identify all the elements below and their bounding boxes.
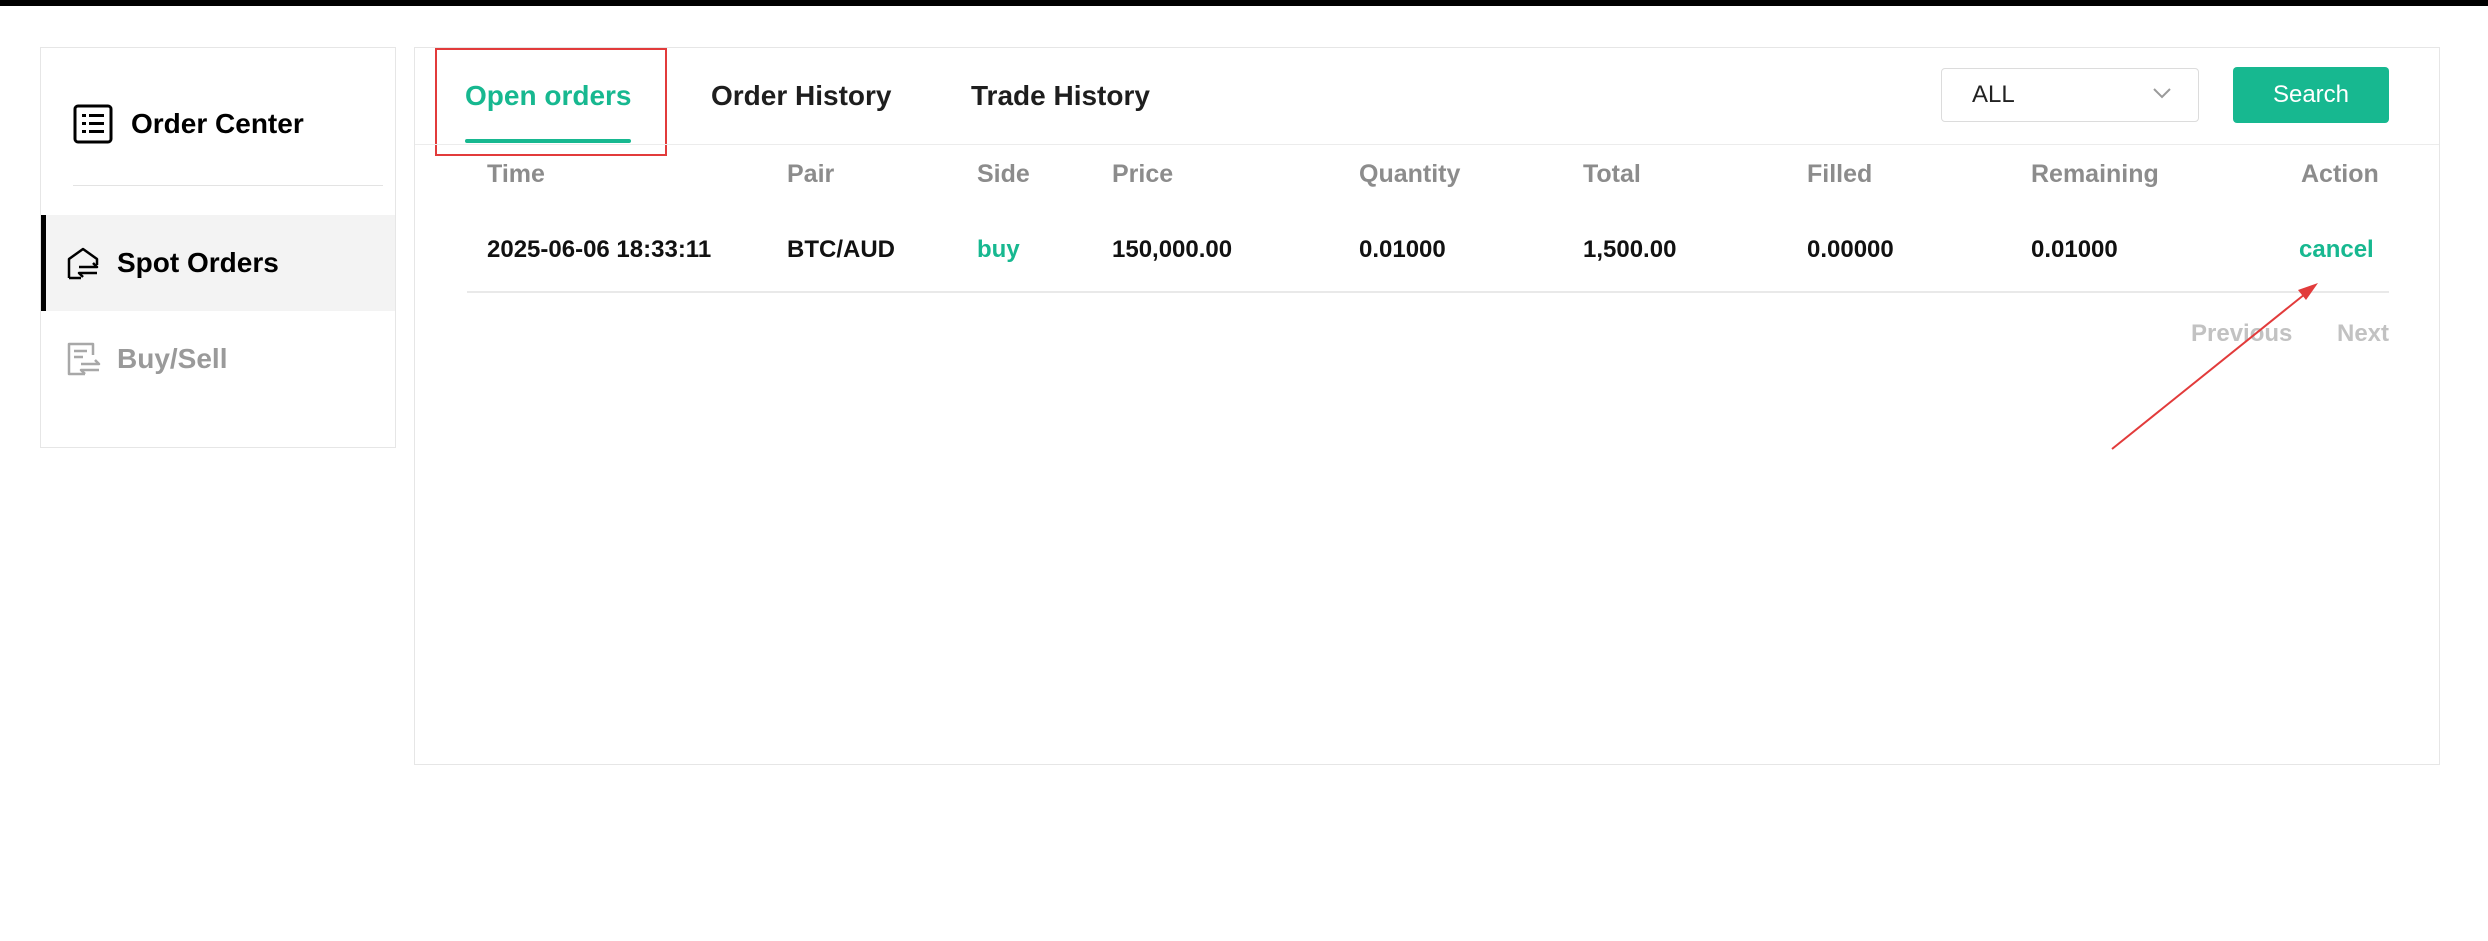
column-header-price: Price xyxy=(1112,160,1174,188)
sidebar: Order Center Spot Orders Buy/Sell xyxy=(40,47,396,448)
sidebar-title: Order Center xyxy=(131,108,304,139)
column-header-pair: Pair xyxy=(787,160,835,188)
sidebar-item-buy-sell[interactable]: Buy/Sell xyxy=(41,311,395,407)
annotation-highlight-box xyxy=(435,48,667,156)
previous-page-button[interactable]: Previous xyxy=(2191,320,2292,348)
sidebar-header: Order Center xyxy=(73,102,304,146)
cell-pair: BTC/AUD xyxy=(787,236,895,263)
cell-filled: 0.00000 xyxy=(1807,236,1894,263)
column-header-action: Action xyxy=(2301,160,2379,188)
column-header-remaining: Remaining xyxy=(2031,160,2159,188)
search-button[interactable]: Search xyxy=(2233,67,2389,123)
tab-trade-history[interactable]: Trade History xyxy=(971,80,1150,112)
sidebar-item-label: Buy/Sell xyxy=(117,343,228,374)
cancel-order-link[interactable]: cancel xyxy=(2299,236,2374,264)
sidebar-divider xyxy=(73,185,383,186)
row-divider xyxy=(467,291,2389,293)
filter-selected-value: ALL xyxy=(1972,81,2015,108)
cell-side: buy xyxy=(977,236,1020,263)
column-header-time: Time xyxy=(487,160,545,188)
cell-total: 1,500.00 xyxy=(1583,236,1677,263)
cell-remaining: 0.01000 xyxy=(2031,236,2118,263)
next-page-button[interactable]: Next xyxy=(2337,320,2389,348)
buy-sell-icon xyxy=(65,341,101,377)
column-header-total: Total xyxy=(1583,160,1641,188)
pair-filter-select[interactable]: ALL xyxy=(1941,68,2199,122)
column-header-filled: Filled xyxy=(1807,160,1873,188)
chevron-down-icon xyxy=(2153,88,2171,99)
cell-time: 2025-06-06 18:33:11 xyxy=(487,236,712,263)
orders-panel: Open orders Order History Trade History … xyxy=(414,47,2440,765)
order-list-icon xyxy=(73,104,113,144)
sidebar-item-spot-orders[interactable]: Spot Orders xyxy=(41,215,395,311)
header-divider xyxy=(415,144,2439,145)
cell-quantity: 0.01000 xyxy=(1359,236,1446,263)
column-header-quantity: Quantity xyxy=(1359,160,1461,188)
cell-price: 150,000.00 xyxy=(1112,236,1233,263)
sidebar-item-label: Spot Orders xyxy=(117,247,279,278)
column-header-side: Side xyxy=(977,160,1030,188)
top-bar xyxy=(0,0,2488,6)
spot-orders-icon xyxy=(65,245,101,281)
tab-order-history[interactable]: Order History xyxy=(711,80,892,112)
